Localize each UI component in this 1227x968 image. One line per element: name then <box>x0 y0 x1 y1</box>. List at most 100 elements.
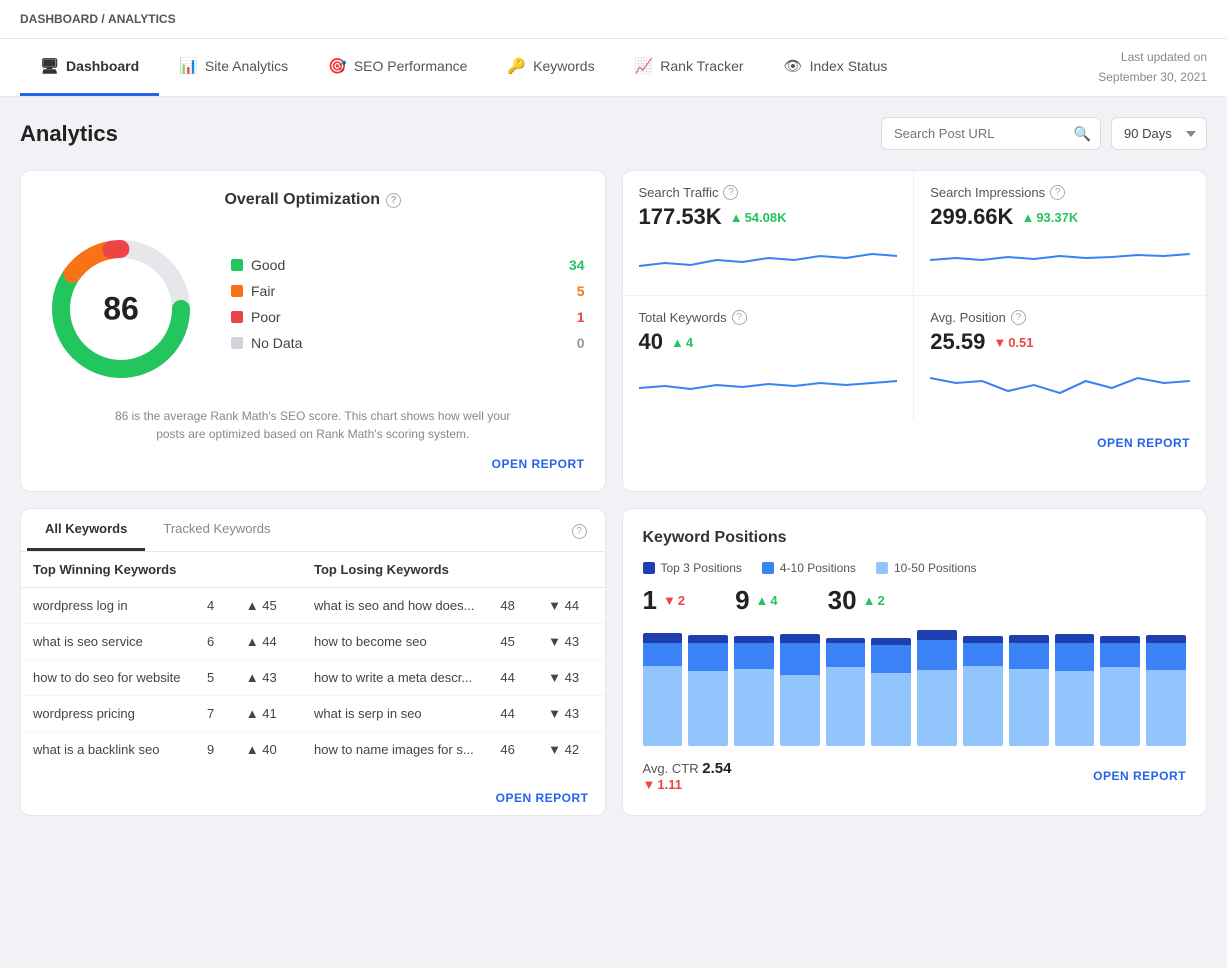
breadcrumb-dashboard[interactable]: DASHBOARD <box>20 12 98 26</box>
total-keywords-value: 40 ▲ 4 <box>639 329 898 355</box>
kp-bars <box>643 630 1187 750</box>
days-select[interactable]: 30 Days 60 Days 90 Days 6 Months 1 Year <box>1111 117 1207 150</box>
tab-seo-performance[interactable]: 🎯 SEO Performance <box>308 39 487 96</box>
search-traffic-sparkline <box>639 238 898 278</box>
search-traffic-change: ▲ 54.08K <box>730 210 787 225</box>
kw-open-report[interactable]: OPEN REPORT <box>21 781 605 815</box>
kp-ctr: Avg. CTR 2.54 ▼ 1.11 <box>643 760 732 792</box>
kp-footer: Avg. CTR 2.54 ▼ 1.11 OPEN REPORT <box>643 760 1187 792</box>
keywords-icon: 🔑 <box>507 57 526 75</box>
search-post-url-input[interactable] <box>881 117 1101 150</box>
avg-position-sparkline <box>930 363 1190 403</box>
tab-dashboard-label: Dashboard <box>66 58 139 74</box>
nodata-dot <box>231 337 243 349</box>
kp-legend: Top 3 Positions 4-10 Positions 10-50 Pos… <box>643 561 1187 575</box>
kp-bar-low <box>688 671 728 746</box>
total-keywords-info-icon[interactable]: ? <box>732 310 747 325</box>
poor-value: 1 <box>577 309 585 325</box>
kw-tab-tracked[interactable]: Tracked Keywords <box>145 509 288 551</box>
tab-seo-performance-label: SEO Performance <box>354 58 468 74</box>
winning-pos: 4 <box>195 588 234 624</box>
kp-bar-column <box>1146 630 1186 746</box>
kw-help-icon[interactable]: ? <box>560 509 599 551</box>
legend: Good 34 Fair 5 Poor 1 No Data 0 <box>231 257 585 361</box>
kp-low-dot <box>876 562 888 574</box>
kp-bar-column <box>643 630 683 746</box>
kp-stat-top3: 1 ▼ 2 <box>643 585 686 616</box>
kp-legend-low: 10-50 Positions <box>876 561 977 575</box>
tab-keywords[interactable]: 🔑 Keywords <box>487 39 614 96</box>
losing-change: ▼ 42 <box>536 732 604 768</box>
kp-bar-low <box>871 673 911 746</box>
table-row: what is seo service 6 ▲ 44 how to become… <box>21 624 605 660</box>
good-value: 34 <box>569 257 585 273</box>
kp-bar-top3 <box>643 633 683 643</box>
kp-bar-column <box>1100 630 1140 746</box>
kp-bar-mid <box>963 643 1003 666</box>
legend-fair: Fair 5 <box>231 283 585 299</box>
search-impressions-info-icon[interactable]: ? <box>1050 185 1065 200</box>
kp-bar-low <box>826 667 866 746</box>
table-row: wordpress pricing 7 ▲ 41 what is serp in… <box>21 696 605 732</box>
metrics-grid: Search Traffic ? 177.53K ▲ 54.08K Search… <box>623 171 1207 420</box>
kp-bar-mid <box>1055 643 1095 671</box>
tab-site-analytics-label: Site Analytics <box>205 58 288 74</box>
winning-change: ▲ 44 <box>234 624 302 660</box>
search-traffic-info-icon[interactable]: ? <box>723 185 738 200</box>
opt-title-text: Overall Optimization <box>224 191 380 209</box>
avg-position-change: ▼ 0.51 <box>993 335 1033 350</box>
losing-pos: 44 <box>488 696 536 732</box>
kw-tabs: All Keywords Tracked Keywords ? <box>21 509 605 552</box>
kp-bar-column <box>963 630 1003 746</box>
metrics-open-report[interactable]: OPEN REPORT <box>623 430 1207 460</box>
avg-position-label: Avg. Position ? <box>930 310 1190 325</box>
dashboard-icon: 🖥 <box>40 57 59 75</box>
kp-bar-top3 <box>1146 635 1186 643</box>
kp-stat-low-change: ▲ 2 <box>863 593 885 608</box>
opt-open-report[interactable]: OPEN REPORT <box>41 457 585 471</box>
search-traffic-cell: Search Traffic ? 177.53K ▲ 54.08K <box>623 171 915 296</box>
fair-value: 5 <box>577 283 585 299</box>
tab-site-analytics[interactable]: 📊 Site Analytics <box>159 39 308 96</box>
losing-kw: how to name images for s... <box>302 732 488 768</box>
tab-dashboard[interactable]: 🖥 Dashboard <box>20 39 159 96</box>
kp-bar-mid <box>1009 643 1049 669</box>
kw-tab-all[interactable]: All Keywords <box>27 509 145 551</box>
winning-pos: 6 <box>195 624 234 660</box>
avg-position-info-icon[interactable]: ? <box>1011 310 1026 325</box>
kp-bar-mid <box>780 643 820 675</box>
nav-tabs: 🖥 Dashboard 📊 Site Analytics 🎯 SEO Perfo… <box>0 39 1227 97</box>
kp-bar-column <box>826 630 866 746</box>
winning-change: ▲ 45 <box>234 588 302 624</box>
kp-bar-low <box>780 675 820 746</box>
legend-good: Good 34 <box>231 257 585 273</box>
losing-kw: how to become seo <box>302 624 488 660</box>
winning-pos: 9 <box>195 732 234 768</box>
breadcrumb-current: ANALYTICS <box>108 12 176 26</box>
winning-kw: how to do seo for website <box>21 660 195 696</box>
opt-info-icon[interactable]: ? <box>386 193 401 208</box>
tab-index-status[interactable]: 👁 Index Status <box>764 39 908 96</box>
kp-bar-top3 <box>917 630 957 640</box>
dashboard-grid: Overall Optimization ? 86 <box>20 170 1207 816</box>
last-updated: Last updated on September 30, 2021 <box>1098 48 1207 86</box>
last-updated-label: Last updated on <box>1121 50 1207 64</box>
opt-description: 86 is the average Rank Math's SEO score.… <box>113 407 513 443</box>
last-updated-date: September 30, 2021 <box>1098 70 1207 84</box>
tab-rank-tracker[interactable]: 📈 Rank Tracker <box>615 39 764 96</box>
winning-kw: wordpress log in <box>21 588 195 624</box>
kp-open-report[interactable]: OPEN REPORT <box>1093 769 1186 783</box>
losing-pos: 45 <box>488 624 536 660</box>
kw-table: Top Winning Keywords Top Losing Keywords… <box>21 552 605 767</box>
kp-stat-mid: 9 ▲ 4 <box>735 585 778 616</box>
kp-bar-column <box>734 630 774 746</box>
keyword-positions-card: Keyword Positions Top 3 Positions 4-10 P… <box>622 508 1208 816</box>
poor-dot <box>231 311 243 323</box>
kp-bar-top3 <box>780 634 820 643</box>
table-row: wordpress log in 4 ▲ 45 what is seo and … <box>21 588 605 624</box>
losing-change: ▼ 43 <box>536 660 604 696</box>
opt-title: Overall Optimization ? <box>41 191 585 209</box>
kp-bar-top3 <box>1009 635 1049 643</box>
search-impressions-value: 299.66K ▲ 93.37K <box>930 204 1190 230</box>
search-impressions-label: Search Impressions ? <box>930 185 1190 200</box>
